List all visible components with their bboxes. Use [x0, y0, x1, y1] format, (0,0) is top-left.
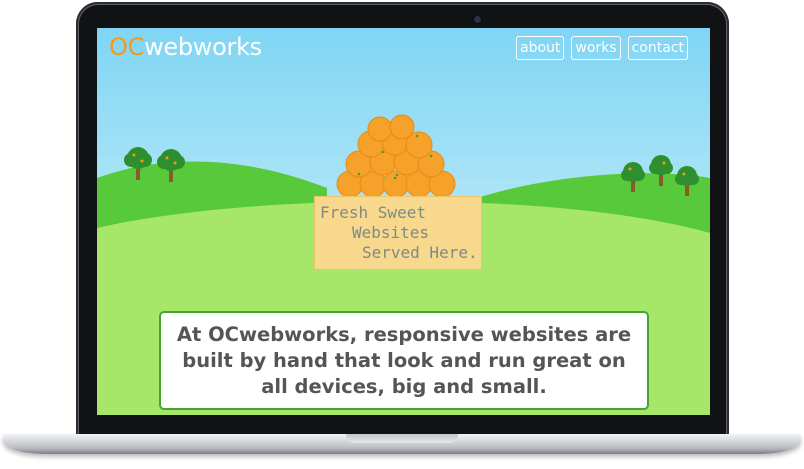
crate-line: Fresh Sweet: [320, 203, 426, 222]
logo-accent: OC: [109, 33, 145, 61]
crate-line: Websites: [352, 223, 430, 242]
orange-crate-sign: Fresh Sweet Websites Served Here.: [314, 196, 482, 270]
orange-pile: [336, 114, 456, 198]
webcam-icon: [474, 16, 481, 23]
logo-text: webworks: [144, 33, 262, 61]
nav-link-contact[interactable]: contact: [627, 36, 688, 60]
nav-link-works[interactable]: works: [571, 36, 621, 60]
intro-text: At OCwebworks, responsive websites are b…: [176, 322, 632, 398]
laptop-base-notch: [346, 434, 458, 443]
crate-line: Served Here.: [362, 243, 478, 262]
screen: OCwebworks about works contact Fresh Swe…: [97, 28, 710, 415]
site-logo[interactable]: OCwebworks: [109, 33, 262, 61]
intro-message-box: At OCwebworks, responsive websites are b…: [159, 311, 649, 410]
nav-link-about[interactable]: about: [516, 36, 565, 60]
main-nav: about works contact: [516, 36, 688, 60]
